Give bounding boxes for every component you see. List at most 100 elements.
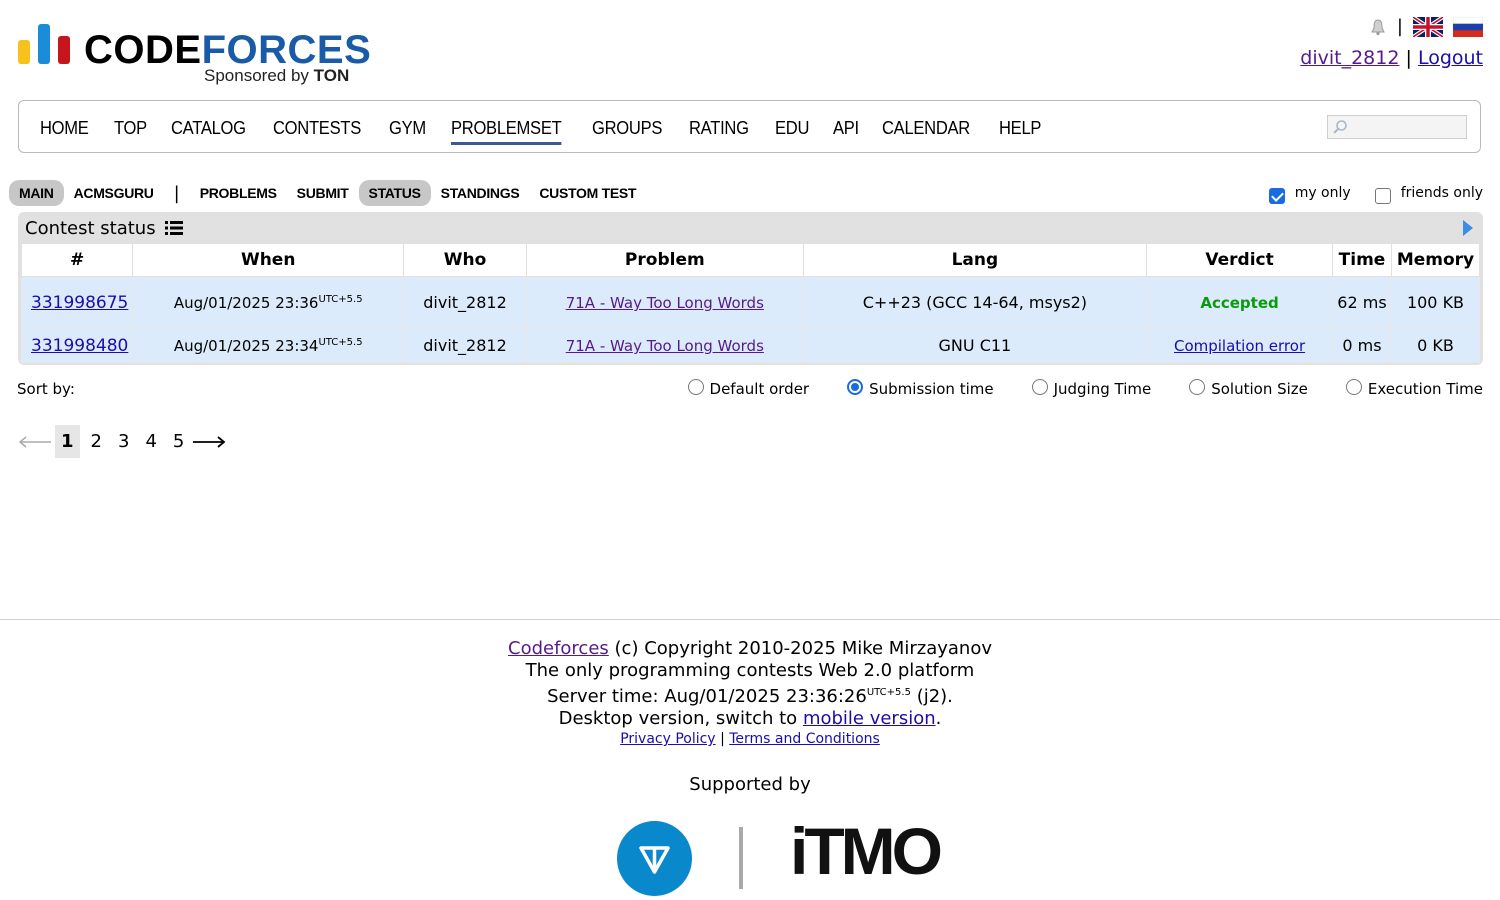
contest-status-panel: Contest status # When Who Problem Lang V…	[18, 212, 1483, 365]
sort-execution-time[interactable]: Execution Time	[1345, 379, 1483, 398]
menu-contests[interactable]: CONTESTS	[273, 119, 361, 145]
header-separator: |	[1396, 16, 1403, 37]
uk-flag-icon[interactable]	[1413, 16, 1443, 37]
search-input[interactable]	[1327, 115, 1467, 139]
menu-home[interactable]: HOME	[40, 119, 89, 145]
mobile-version-link[interactable]: mobile version	[803, 708, 936, 729]
submission-memory: 100 KB	[1390, 276, 1481, 329]
page-4[interactable]: 4	[140, 425, 161, 458]
submission-who[interactable]: divit_2812	[403, 328, 527, 363]
friends-only-filter[interactable]: friends only	[1374, 185, 1483, 204]
terms-link[interactable]: Terms and Conditions	[729, 731, 880, 747]
sort-judging-time[interactable]: Judging Time	[1031, 379, 1152, 398]
page-3[interactable]: 3	[113, 425, 134, 458]
brand-code: CODE	[84, 28, 202, 72]
codeforces-logo[interactable]: CODEFORCES Sponsored by TON	[18, 24, 371, 88]
footer-codeforces-link[interactable]: Codeforces	[508, 638, 609, 659]
submission-when: Aug/01/2025 23:36UTC+5.5	[132, 276, 405, 329]
sponsor-name: TON	[313, 66, 350, 85]
friends-only-checkbox[interactable]	[1374, 188, 1391, 204]
col-problem: Problem	[525, 243, 804, 277]
footer: Codeforces (c) Copyright 2010-2025 Mike …	[0, 638, 1500, 748]
sort-size-radio[interactable]	[1189, 379, 1206, 395]
submission-id-link[interactable]: 331998675	[31, 293, 128, 313]
menu-top[interactable]: TOP	[114, 119, 147, 145]
footer-legal: Privacy Policy | Terms and Conditions	[620, 731, 880, 747]
sort-submission-label: Submission time	[869, 380, 994, 398]
menu-rating[interactable]: RATING	[689, 119, 749, 145]
subnav-problems[interactable]: PROBLEMS	[190, 180, 287, 206]
page-5[interactable]: 5	[168, 425, 189, 458]
sort-default-order[interactable]: Default order	[687, 379, 810, 398]
menu-catalog[interactable]: CATALOG	[171, 119, 246, 145]
subnav-standings[interactable]: STANDINGS	[431, 180, 530, 206]
sort-judging-radio[interactable]	[1031, 379, 1048, 395]
col-verdict: Verdict	[1146, 243, 1333, 277]
status-title: Contest status	[25, 218, 184, 239]
status-table: # When Who Problem Lang Verdict Time Mem…	[20, 243, 1481, 363]
main-menu: HOME TOP CATALOG CONTESTS GYM PROBLEMSET…	[18, 100, 1481, 153]
page-1: 1	[55, 425, 80, 458]
sort-submission-radio[interactable]	[847, 379, 864, 395]
menu-calendar[interactable]: CALENDAR	[882, 119, 970, 145]
status-filters: my only friends only	[1268, 185, 1483, 204]
logo-bars-icon	[18, 24, 70, 64]
ton-diamond-icon	[639, 846, 670, 874]
sort-size-label: Solution Size	[1211, 380, 1308, 398]
sponsor-separator	[739, 827, 743, 889]
prev-page-arrow-icon	[18, 435, 51, 448]
my-only-filter[interactable]: my only	[1268, 185, 1351, 204]
sort-by-label: Sort by:	[17, 380, 75, 398]
menu-gym[interactable]: GYM	[389, 119, 426, 145]
supported-by: Supported by	[689, 774, 811, 795]
sort-solution-size[interactable]: Solution Size	[1189, 379, 1308, 398]
submission-id-link[interactable]: 331998480	[31, 336, 128, 356]
submission-time: 0 ms	[1331, 328, 1392, 363]
page-2[interactable]: 2	[86, 425, 107, 458]
table-row: 331998480 Aug/01/2025 23:34UTC+5.5 divit…	[20, 328, 1481, 363]
my-only-checkbox[interactable]	[1268, 188, 1285, 204]
verdict-accepted: Accepted	[1200, 294, 1279, 312]
logo-wordmark: CODEFORCES	[84, 30, 371, 70]
menu-help[interactable]: HELP	[999, 119, 1041, 145]
ton-logo[interactable]	[617, 821, 692, 896]
itmo-logo[interactable]: iTMO	[790, 818, 943, 884]
sort-default-radio[interactable]	[687, 379, 704, 395]
logout-link[interactable]: Logout	[1418, 47, 1483, 69]
submission-who[interactable]: divit_2812	[403, 276, 527, 329]
search-icon	[1333, 120, 1347, 134]
subnav-submit[interactable]: SUBMIT	[287, 180, 359, 206]
subnav-separator: |	[173, 182, 180, 204]
menu-edu[interactable]: EDU	[775, 119, 809, 145]
sort-submission-time[interactable]: Submission time	[847, 379, 994, 398]
sponsor-text: Sponsored by TON	[204, 66, 349, 86]
next-page-arrow-icon[interactable]	[192, 435, 226, 448]
menu-api[interactable]: API	[833, 119, 859, 145]
russia-flag-icon[interactable]	[1453, 16, 1483, 37]
col-memory: Memory	[1390, 243, 1481, 277]
collapse-arrow-icon[interactable]	[1463, 220, 1473, 236]
subnav-main[interactable]: MAIN	[9, 180, 64, 206]
menu-groups[interactable]: GROUPS	[592, 119, 662, 145]
submission-lang: GNU C11	[802, 328, 1148, 363]
sort-default-label: Default order	[709, 380, 810, 398]
problem-link[interactable]: 71A - Way Too Long Words	[566, 337, 764, 355]
second-level-menu: MAIN ACMSGURU | PROBLEMS SUBMIT STATUS S…	[9, 180, 646, 206]
verdict-compilation-error-link[interactable]: Compilation error	[1174, 337, 1305, 355]
username-link[interactable]: divit_2812	[1300, 47, 1399, 69]
bell-icon[interactable]	[1369, 18, 1387, 36]
privacy-policy-link[interactable]: Privacy Policy	[620, 731, 715, 747]
subnav-acmsguru[interactable]: ACMSGURU	[64, 180, 164, 206]
user-separator: |	[1405, 47, 1412, 69]
menu-problemset[interactable]: PROBLEMSET	[450, 119, 561, 145]
subnav-custom-test[interactable]: CUSTOM TEST	[529, 180, 646, 206]
friends-only-label: friends only	[1400, 185, 1483, 201]
sort-judging-label: Judging Time	[1053, 380, 1152, 398]
submission-time: 62 ms	[1331, 276, 1392, 329]
col-when: When	[132, 243, 405, 277]
sort-execution-radio[interactable]	[1345, 379, 1362, 395]
subnav-status[interactable]: STATUS	[358, 180, 431, 206]
sort-options: Default order Submission time Judging Ti…	[687, 379, 1483, 398]
problem-link[interactable]: 71A - Way Too Long Words	[566, 294, 764, 312]
list-icon	[165, 221, 184, 235]
